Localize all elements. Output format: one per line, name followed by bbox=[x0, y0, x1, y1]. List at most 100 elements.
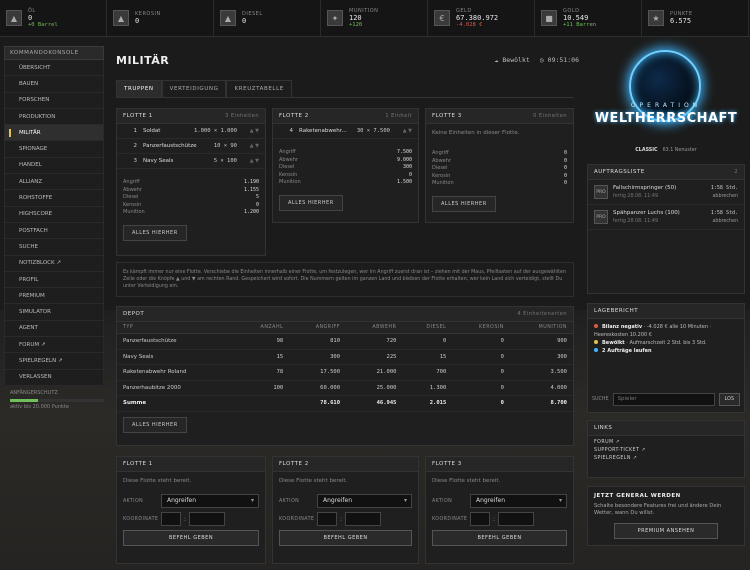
sidebar-item-12[interactable]: NOTIZBLOCK ↗ bbox=[4, 255, 104, 272]
table-cell: 225 bbox=[346, 349, 403, 365]
depot-header-0: TYP bbox=[117, 322, 236, 334]
stat-label: Diesel bbox=[123, 194, 139, 201]
sidebar-item-0[interactable]: ÜBERSICHT bbox=[4, 60, 104, 77]
report-line: Bilanz negativ · -4.028 € alle 10 Minute… bbox=[594, 323, 738, 339]
give-order-button[interactable]: BEFEHL GEBEN bbox=[432, 530, 567, 546]
stat-row: Munition 1.200 bbox=[123, 209, 259, 217]
sidebar-item-18[interactable]: SPIELREGELN ↗ bbox=[4, 353, 104, 370]
give-order-button[interactable]: BEFEHL GEBEN bbox=[123, 530, 259, 546]
stat-value: 5 bbox=[255, 194, 259, 201]
fleet-header: FLOTTE 3 0 Einheiten bbox=[426, 109, 573, 124]
sidebar-item-4[interactable]: MILITÄR bbox=[4, 125, 104, 142]
dispatch-title: FLOTTE 1 bbox=[123, 461, 153, 467]
sidebar-item-17[interactable]: FORUM ↗ bbox=[4, 337, 104, 354]
stat-label: Diesel bbox=[432, 165, 448, 172]
depot-panel: DEPOT 4 Einheitenarten TYP ANZAHL ANGRIFF AB… bbox=[116, 306, 574, 446]
table-cell: 0 bbox=[452, 395, 510, 412]
sidebar-item-19[interactable]: VERLASSEN bbox=[4, 369, 104, 386]
sidebar-item-14[interactable]: PREMIUM bbox=[4, 288, 104, 305]
table-cell: Navy Seals bbox=[117, 349, 236, 365]
dispatch-title: FLOTTE 3 bbox=[432, 461, 462, 467]
coordinate-separator: : bbox=[493, 515, 496, 523]
promo-text: Schalte besondere Features frei und ände… bbox=[594, 503, 722, 516]
move-arrows-icon[interactable]: ▲ ▼ bbox=[243, 158, 259, 164]
cancel-order-link[interactable]: abbrechen bbox=[711, 219, 738, 224]
sidebar-item-2[interactable]: FORSCHEN bbox=[4, 92, 104, 109]
resource-6: ★ PUNKTE 6.575 bbox=[642, 0, 749, 36]
fleet-count: 0 Einheiten bbox=[533, 113, 567, 119]
resource-change: +120 bbox=[349, 22, 363, 28]
sidebar-item-3[interactable]: PRODUKTION bbox=[4, 108, 104, 126]
tab-truppen[interactable]: TRUPPEN bbox=[116, 80, 162, 97]
weather-time: ☁ Bewölkt ◷ 09:51:06 bbox=[487, 56, 579, 64]
unit-position: 4 bbox=[289, 128, 294, 134]
stat-row: Angriff 1.190 bbox=[123, 179, 259, 187]
dispatch-status: Diese Flotte steht bereit. bbox=[123, 478, 192, 484]
resource-value: 0 bbox=[135, 17, 140, 25]
sidebar-item-13[interactable]: PROFIL bbox=[4, 271, 104, 289]
sidebar-item-5[interactable]: SPIONAGE bbox=[4, 141, 104, 158]
unit-row[interactable]: 2 Panzerfaustschütze 10 × 90 ▲ ▼ bbox=[117, 139, 265, 154]
move-arrows-icon[interactable]: ▲ ▼ bbox=[396, 128, 412, 134]
table-cell: 3.500 bbox=[509, 364, 573, 381]
dispatch-status: Diese Flotte steht bereit. bbox=[279, 478, 348, 484]
sidebar-item-8[interactable]: ROHSTOFFE bbox=[4, 190, 104, 207]
resource-bar: ▲ ÖL 0 +0 Barrel ▲ KEROSIN 0 ▲ DIESEL 0 ✦ MUNITION 1… bbox=[0, 0, 750, 37]
fleet-stats: Angriff 0 Abwehr 0 Diesel 0 Kerosin 0 Munition 0 bbox=[426, 146, 573, 192]
tab-kreuztabelle[interactable]: KREUZTABELLE bbox=[226, 80, 292, 97]
cancel-order-link[interactable]: abbrechen bbox=[711, 194, 738, 199]
action-select[interactable]: Angreifen bbox=[161, 494, 259, 508]
link-item-1[interactable]: SUPPORT-TICKET ↗ bbox=[594, 447, 738, 455]
move-all-button[interactable]: ALLES HIERHER bbox=[279, 194, 343, 211]
dispatch-body: Diese Flotte steht bereit. AKTION Angreife… bbox=[273, 472, 418, 552]
coordinate-y-input[interactable] bbox=[498, 512, 535, 526]
sidebar: KOMMANDOKONSOLE ÜBERSICHT BAUEN FORSCHEN PR… bbox=[4, 46, 104, 410]
newbie-title: ANFÄNGERSCHUTZ bbox=[10, 389, 58, 396]
sidebar-item-9[interactable]: HIGHSCORE bbox=[4, 206, 104, 223]
sidebar-item-7[interactable]: ALLIANZ bbox=[4, 174, 104, 191]
unit-name: Raketenabwehr... bbox=[299, 128, 347, 134]
move-all-button[interactable]: ALLES HIERHER bbox=[432, 195, 496, 212]
links-panel: LINKS FORUM ↗ SUPPORT-TICKET ↗ SPIELREGELN… bbox=[587, 420, 745, 478]
table-cell: 0 bbox=[452, 333, 510, 350]
report-bold: Bewölkt bbox=[602, 340, 625, 346]
stat-value: 1.500 bbox=[396, 179, 412, 186]
order-item: PRO Spähpanzer Luchs (100) fertig 28.08. 1… bbox=[588, 205, 744, 230]
move-arrows-icon[interactable]: ▲ ▼ bbox=[243, 143, 259, 149]
sidebar-item-10[interactable]: POSTFACH bbox=[4, 222, 104, 240]
search-input[interactable]: Spieler bbox=[612, 393, 715, 406]
coordinate-x-input[interactable] bbox=[317, 512, 337, 526]
coordinate-x-input[interactable] bbox=[161, 512, 181, 526]
table-cell: 700 bbox=[402, 364, 453, 381]
search-button[interactable]: LOS bbox=[718, 393, 740, 406]
stat-row: Munition 1.500 bbox=[279, 179, 412, 187]
dispatch-header: FLOTTE 2 bbox=[273, 457, 418, 472]
sidebar-item-15[interactable]: SIMULATOR bbox=[4, 304, 104, 321]
premium-promo: JETZT GENERAL WERDEN Schalte besondere F… bbox=[587, 486, 745, 546]
premium-button[interactable]: PREMIUM ANSEHEN bbox=[614, 523, 718, 539]
sidebar-item-1[interactable]: BAUEN bbox=[4, 76, 104, 93]
page-title: MILITÄR bbox=[116, 54, 170, 67]
move-all-button[interactable]: ALLES HIERHER bbox=[123, 224, 187, 241]
depot-move-all-button[interactable]: ALLES HIERHER bbox=[123, 416, 187, 433]
sidebar-item-6[interactable]: HANDEL bbox=[4, 157, 104, 175]
give-order-button[interactable]: BEFEHL GEBEN bbox=[279, 530, 412, 546]
tab-verteidigung[interactable]: VERTEIDIGUNG bbox=[161, 80, 227, 97]
action-select[interactable]: Angreifen bbox=[470, 494, 567, 508]
order-duration: 1:58 Std. bbox=[710, 210, 738, 216]
sidebar-item-11[interactable]: SUCHE bbox=[4, 239, 104, 256]
action-label: AKTION bbox=[432, 498, 453, 504]
coordinate-y-input[interactable] bbox=[189, 512, 226, 526]
resource-2: ▲ DIESEL 0 bbox=[214, 0, 321, 36]
action-select[interactable]: Angreifen bbox=[317, 494, 412, 508]
coordinate-x-input[interactable] bbox=[470, 512, 490, 526]
sidebar-item-16[interactable]: AGENT bbox=[4, 320, 104, 338]
unit-row[interactable]: 4 Raketenabwehr... 30 × 7.500 ▲ ▼ bbox=[273, 124, 418, 139]
link-item-2[interactable]: SPIELREGELN ↗ bbox=[594, 455, 738, 463]
table-cell: 1.300 bbox=[402, 380, 453, 396]
move-arrows-icon[interactable]: ▲ ▼ bbox=[243, 128, 259, 134]
unit-row[interactable]: 3 Navy Seals 5 × 100 ▲ ▼ bbox=[117, 154, 265, 169]
coordinate-y-input[interactable] bbox=[345, 512, 382, 526]
link-item-0[interactable]: FORUM ↗ bbox=[594, 439, 738, 447]
unit-row[interactable]: 1 Soldat 1.000 × 1.000 ▲ ▼ bbox=[117, 124, 265, 139]
